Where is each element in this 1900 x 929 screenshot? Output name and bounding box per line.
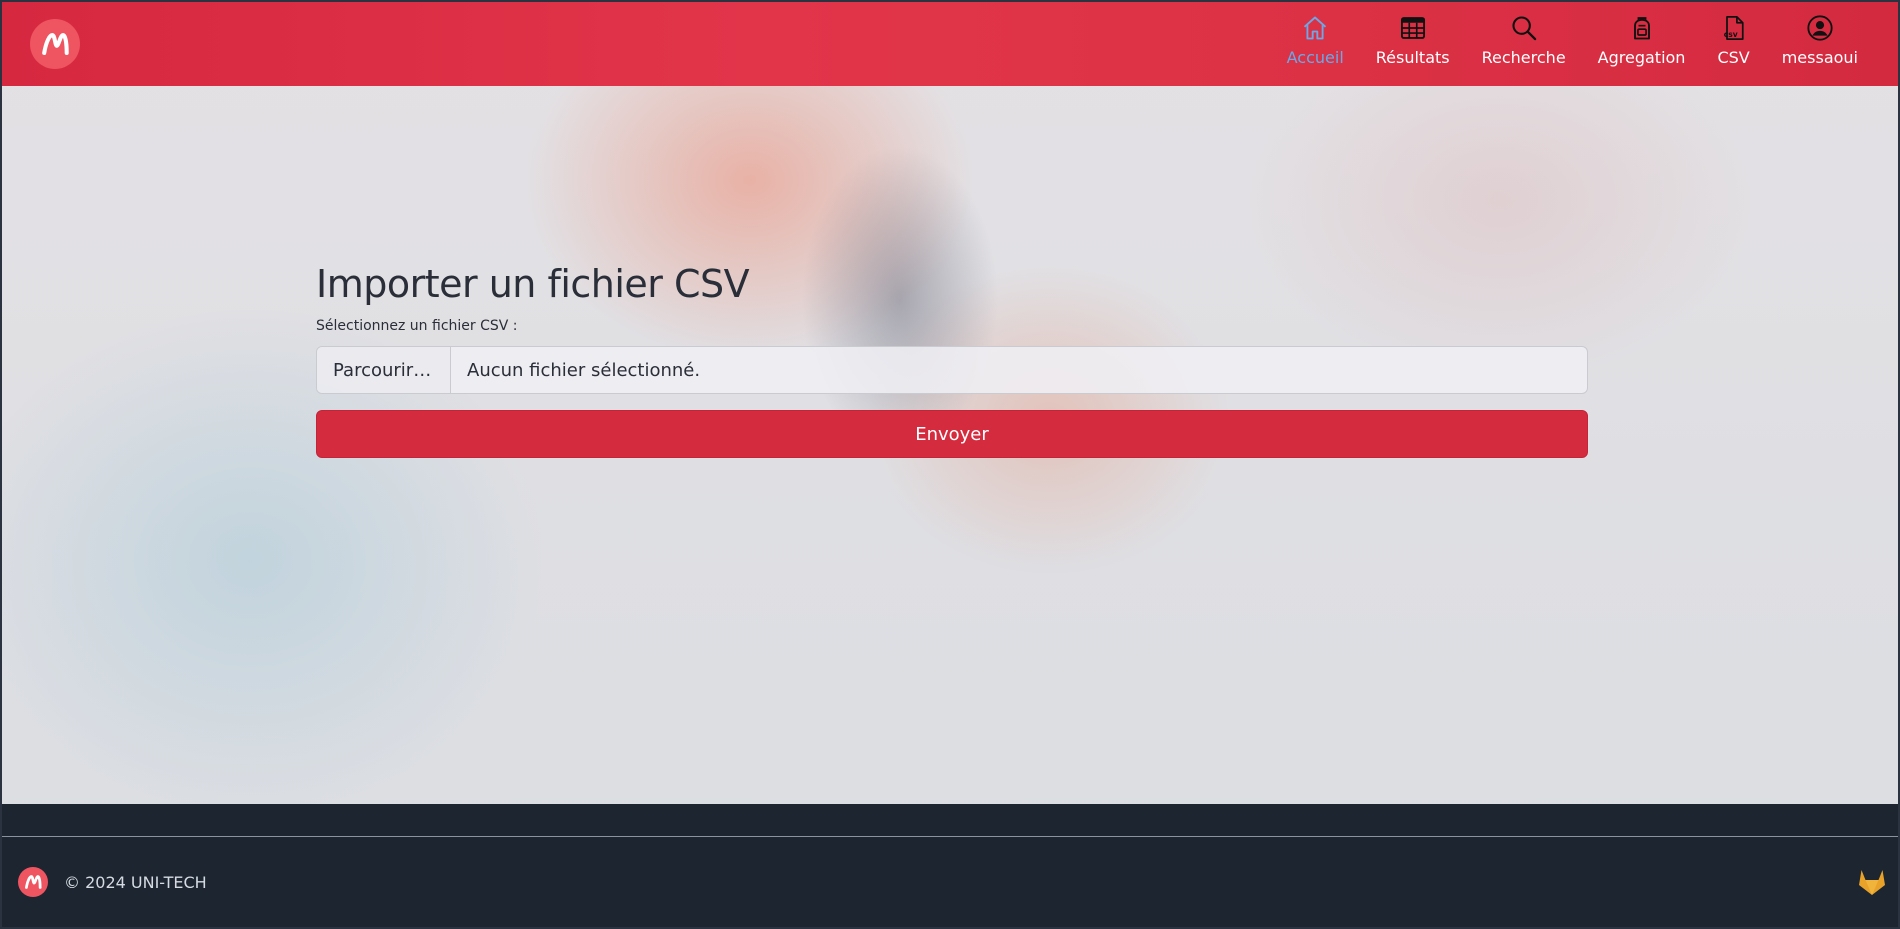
nav-menu: Accueil Résultats Recherche Agregation c… bbox=[1271, 14, 1874, 74]
background-image bbox=[0, 0, 1900, 929]
gitlab-icon[interactable] bbox=[1856, 866, 1888, 898]
backpack-icon bbox=[1633, 17, 1650, 40]
file-input[interactable]: Parcourir… Aucun fichier sélectionné. bbox=[316, 346, 1588, 394]
copyright-text: © 2024 UNI-TECH bbox=[64, 873, 207, 892]
footer-logo-icon bbox=[25, 875, 42, 889]
footer: © 2024 UNI-TECH bbox=[0, 804, 1900, 929]
csv-icon-text: csv bbox=[1723, 30, 1737, 39]
submit-button[interactable]: Envoyer bbox=[316, 410, 1588, 458]
nav-label-user: messaoui bbox=[1781, 48, 1858, 67]
nav-label-csv: CSV bbox=[1717, 48, 1750, 67]
footer-divider bbox=[0, 836, 1900, 837]
nav-item-resultats[interactable]: Résultats bbox=[1360, 14, 1466, 74]
nav-item-recherche[interactable]: Recherche bbox=[1466, 14, 1582, 74]
search-icon bbox=[1512, 16, 1536, 41]
footer-logo[interactable] bbox=[18, 867, 48, 897]
page-title: Importer un fichier CSV bbox=[316, 262, 750, 306]
table-icon bbox=[1400, 17, 1425, 39]
nav-label-agregation: Agregation bbox=[1597, 48, 1686, 67]
nav-item-agregation[interactable]: Agregation bbox=[1582, 14, 1702, 74]
nav-label-resultats: Résultats bbox=[1375, 48, 1450, 67]
file-status-text: Aucun fichier sélectionné. bbox=[467, 359, 701, 381]
brand-logo[interactable] bbox=[30, 19, 80, 69]
navbar: Accueil Résultats Recherche Agregation c… bbox=[0, 0, 1900, 86]
nav-item-accueil[interactable]: Accueil bbox=[1271, 14, 1360, 74]
csv-file-icon: csv bbox=[1723, 16, 1744, 40]
user-icon bbox=[1807, 15, 1833, 41]
browse-button[interactable]: Parcourir… bbox=[317, 347, 451, 393]
upload-form: Importer un fichier CSV Sélectionnez un … bbox=[316, 262, 1588, 458]
nav-label-recherche: Recherche bbox=[1481, 48, 1566, 67]
home-icon bbox=[1304, 16, 1327, 40]
nav-label-accueil: Accueil bbox=[1286, 48, 1344, 67]
nav-item-user[interactable]: messaoui bbox=[1766, 14, 1874, 74]
nav-item-csv[interactable]: csv CSV bbox=[1701, 14, 1765, 74]
file-input-label: Sélectionnez un fichier CSV : bbox=[316, 318, 518, 334]
brand-logo-icon bbox=[42, 32, 69, 56]
